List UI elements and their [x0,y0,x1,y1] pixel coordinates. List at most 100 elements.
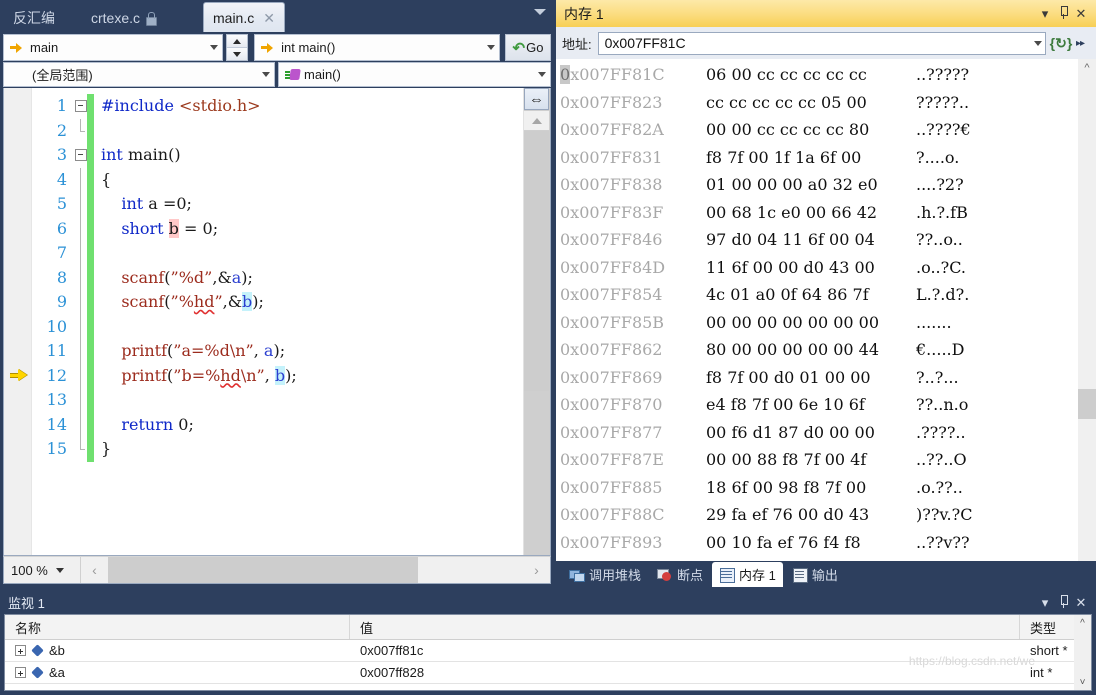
horizontal-scrollbar[interactable] [108,557,523,583]
code-line[interactable]: 15} [32,437,523,462]
chevron-down-icon[interactable]: ▾ [1036,6,1054,22]
watch-row[interactable]: &a 0x007ff828 int * [5,662,1091,684]
navigation-spinner[interactable] [226,34,249,61]
code-line[interactable]: 3 int main() [32,143,523,168]
code-line[interactable]: 8 scanf(”%d”,&a); [32,265,523,290]
watch-value-cell[interactable]: 0x007ff81c [350,640,1020,661]
close-icon[interactable]: ✕ [1072,6,1090,22]
fold-toggle-icon[interactable] [74,94,87,119]
tab-main-c[interactable]: main.c ✕ [203,2,285,32]
function-selector[interactable]: main [3,34,224,61]
lock-icon [145,11,158,26]
auto-refresh-icon[interactable]: {↻} [1046,35,1076,52]
watch-name-cell[interactable]: &b [5,640,350,661]
memory-row[interactable]: 0x007FF838 01 00 00 00 a0 32 e0 ....?2? [556,171,1078,199]
signature-selector[interactable]: int main() [254,34,500,61]
scrollbar-thumb[interactable] [524,131,549,391]
spinner-up-button[interactable] [227,35,248,48]
column-header-name[interactable]: 名称 [5,615,350,639]
memory-row[interactable]: 0x007FF85B 00 00 00 00 00 00 00....... [556,309,1078,337]
memory-row[interactable]: 0x007FF846 97 d0 04 11 6f 00 04 ??..o.. [556,226,1078,254]
memory-row[interactable]: 0x007FF84D 11 6f 00 00 d0 43 00 .o..?C. [556,254,1078,282]
editor-vertical-scrollbar[interactable]: ⇔ [523,88,550,555]
code-line[interactable]: 9 scanf(”%hd”,&b); [32,290,523,315]
chevron-down-icon[interactable] [534,9,546,15]
code-line[interactable]: 13 [32,388,523,413]
code-line[interactable]: 1 #include <stdio.h> [32,94,523,119]
code-line[interactable]: 7 [32,241,523,266]
watch-row[interactable]: &b 0x007ff81c short * [5,640,1091,662]
address-input[interactable]: 0x007FF81C [597,31,1046,55]
zoom-level-selector[interactable]: 100 % [4,557,81,583]
memory-row[interactable]: 0x007FF869 f8 7f 00 d0 01 00 00?..?... [556,364,1078,392]
expand-icon[interactable] [15,667,26,678]
fold-toggle-icon[interactable] [74,143,87,168]
memory-hex-bytes: 00 f6 d1 87 d0 00 00 [706,422,875,442]
memory-row[interactable]: 0x007FF893 00 10 fa ef 76 f4 f8 ..??v?? [556,529,1078,557]
code-line[interactable]: 4{ [32,167,523,192]
scrollbar-thumb[interactable] [1078,389,1096,419]
scope-selector[interactable]: (全局范围) [3,62,275,87]
tab-disassembly[interactable]: 反汇编 [4,3,64,32]
scrollbar-thumb[interactable] [108,557,418,583]
code-editor-surface[interactable]: 1 #include <stdio.h> 2 3 int main() 4{5 int a… [3,88,551,556]
go-button[interactable]: ↶ Go [505,34,551,61]
debug-tab-breakpoint[interactable]: 断点 [650,562,710,587]
debug-tab-call-stack[interactable]: 调用堆栈 [562,562,648,587]
memory-row[interactable]: 0x007FF82A 00 00 cc cc cc cc 80 ..????€ [556,116,1078,144]
split-view-button[interactable]: ⇔ [524,88,549,110]
memory-row[interactable]: 0x007FF877 00 f6 d1 87 d0 00 00.????.. [556,419,1078,447]
memory-row[interactable]: 0x007FF870 e4 f8 7f 00 6e 10 6f ??..n.o [556,391,1078,419]
breakpoint-gutter[interactable] [4,88,32,555]
memory-vertical-scrollbar[interactable]: ^ [1078,59,1096,561]
close-icon[interactable]: ✕ [263,11,275,25]
code-line[interactable]: 6 short b = 0; [32,216,523,241]
scroll-up-button[interactable]: ^ [1078,59,1096,76]
memory-row[interactable]: 0x007FF81C 06 00 cc cc cc cc cc..????? [556,61,1078,89]
debug-tab-output[interactable]: 输出 [785,562,845,587]
memory-row[interactable]: 0x007FF885 18 6f 00 98 f8 7f 00 .o.??.. [556,474,1078,502]
code-line[interactable]: 2 [32,118,523,143]
memory-row[interactable]: 0x007FF823 cc cc cc cc cc 05 00?????.. [556,89,1078,117]
scroll-left-button[interactable]: ‹ [81,557,108,583]
toolbar-overflow-icon[interactable]: ▸▸ [1076,38,1092,49]
memory-ascii: ?....o. [916,147,960,167]
memory-row[interactable]: 0x007FF831 f8 7f 00 1f 1a 6f 00 ?....o. [556,144,1078,172]
pin-icon[interactable] [1054,594,1072,611]
chevron-down-icon[interactable] [1034,40,1042,46]
column-header-value[interactable]: 值 [350,615,1020,639]
memory-row[interactable]: 0x007FF854 4c 01 a0 0f 64 86 7f L.?.d?. [556,281,1078,309]
chevron-down-icon[interactable]: ▾ [1036,595,1054,611]
debug-tab-memory[interactable]: 内存 1 [712,562,783,587]
scroll-right-button[interactable]: › [523,557,550,583]
tab-crtexe-c[interactable]: crtexe.c [82,3,165,32]
go-button-label: Go [526,40,544,55]
code-line[interactable]: 14 return 0; [32,412,523,437]
watch-value-cell[interactable]: 0x007ff828 [350,662,1020,683]
memory-ascii: ..??..O [916,450,967,470]
fold-guide [74,437,87,462]
memory-row[interactable]: 0x007FF862 80 00 00 00 00 00 44 €.....D [556,336,1078,364]
code-line[interactable]: 12 printf(”b=%hd\n”, b); [32,363,523,388]
scroll-up-button[interactable] [524,111,549,130]
close-icon[interactable]: ✕ [1072,595,1090,611]
watch-name-cell[interactable]: &a [5,662,350,683]
code-line[interactable]: 11 printf(”a=%d\n”, a); [32,339,523,364]
memory-dump-view[interactable]: 0x007FF81C 06 00 cc cc cc cc cc..????? 0x0… [556,59,1096,561]
memory-row[interactable]: 0x007FF83F 00 68 1c e0 00 66 42 .h.?.fB [556,199,1078,227]
watch-grid[interactable]: 名称 值 类型 &b 0x007ff81c short * &a 0x007ff828 i… [4,614,1092,691]
scroll-up-button[interactable]: ^ [1074,615,1091,631]
address-label: 地址: [562,36,592,52]
code-line[interactable]: 10 [32,314,523,339]
watch-vertical-scrollbar[interactable]: ^ ˅ [1074,615,1091,690]
memory-row[interactable]: 0x007FF87E 00 00 88 f8 7f 00 4f ..??..O [556,446,1078,474]
expand-icon[interactable] [15,645,26,656]
memory-address-bar: 地址: 0x007FF81C {↻} ▸▸ [556,27,1096,59]
member-selector[interactable]: main() [278,62,551,87]
code-line[interactable]: 5 int a =0; [32,192,523,217]
pin-icon[interactable] [1054,5,1072,22]
spinner-down-button[interactable] [227,48,248,60]
scroll-down-button[interactable]: ˅ [1074,674,1091,690]
memory-address: 0x007FF831 [560,147,663,167]
memory-row[interactable]: 0x007FF88C 29 fa ef 76 00 d0 43)??v.?C [556,501,1078,529]
